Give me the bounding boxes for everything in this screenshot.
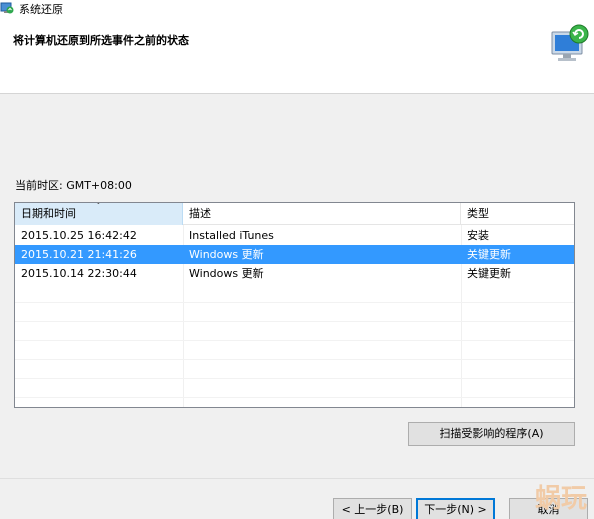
table-row[interactable]: 2015.10.14 22:30:44 Windows 更新 关键更新 — [15, 264, 574, 283]
row-divider — [15, 340, 574, 341]
column-header-type[interactable]: 类型 — [461, 203, 574, 225]
cell-datetime: 2015.10.21 21:41:26 — [21, 248, 137, 261]
table-header: ⌄ 日期和时间 描述 类型 — [15, 203, 574, 225]
system-restore-icon — [551, 24, 589, 61]
cell-description: Windows 更新 — [189, 267, 264, 280]
next-button[interactable]: 下一步(N) > — [416, 498, 495, 519]
table-row[interactable]: 2015.10.25 16:42:42 Installed iTunes 安装 — [15, 226, 574, 245]
cell-description: Installed iTunes — [189, 229, 274, 242]
cell-datetime: 2015.10.14 22:30:44 — [21, 267, 137, 280]
cell-datetime: 2015.10.25 16:42:42 — [21, 229, 137, 242]
row-divider — [15, 302, 574, 303]
title-bar: 系统还原 — [0, 0, 594, 16]
cell-description: Windows 更新 — [189, 248, 264, 261]
row-divider — [15, 359, 574, 360]
restore-points-table[interactable]: ⌄ 日期和时间 描述 类型 2015.10.25 16:42:42 Instal… — [14, 202, 575, 408]
row-divider — [15, 378, 574, 379]
page-title: 将计算机还原到所选事件之前的状态 — [13, 34, 189, 47]
column-header-description[interactable]: 描述 — [183, 203, 461, 225]
cell-type: 安装 — [467, 229, 489, 242]
scan-affected-programs-button[interactable]: 扫描受影响的程序(A) — [408, 422, 575, 446]
column-header-datetime[interactable]: ⌄ 日期和时间 — [15, 203, 183, 225]
sort-chevron-icon: ⌄ — [95, 203, 102, 207]
table-row-selected[interactable]: 2015.10.21 21:41:26 Windows 更新 关键更新 — [15, 245, 574, 264]
window-title: 系统还原 — [19, 3, 63, 16]
timezone-label: 当前时区: GMT+08:00 — [15, 179, 132, 192]
wizard-header: 将计算机还原到所选事件之前的状态 — [0, 16, 594, 94]
back-button[interactable]: < 上一步(B) — [333, 498, 412, 519]
row-divider — [15, 397, 574, 398]
system-restore-icon — [0, 2, 14, 14]
watermark-logo: 蜗玩 — [534, 484, 587, 514]
footer-divider — [0, 478, 594, 479]
cell-type: 关键更新 — [467, 267, 511, 280]
row-divider — [15, 321, 574, 322]
cell-type: 关键更新 — [467, 248, 511, 261]
